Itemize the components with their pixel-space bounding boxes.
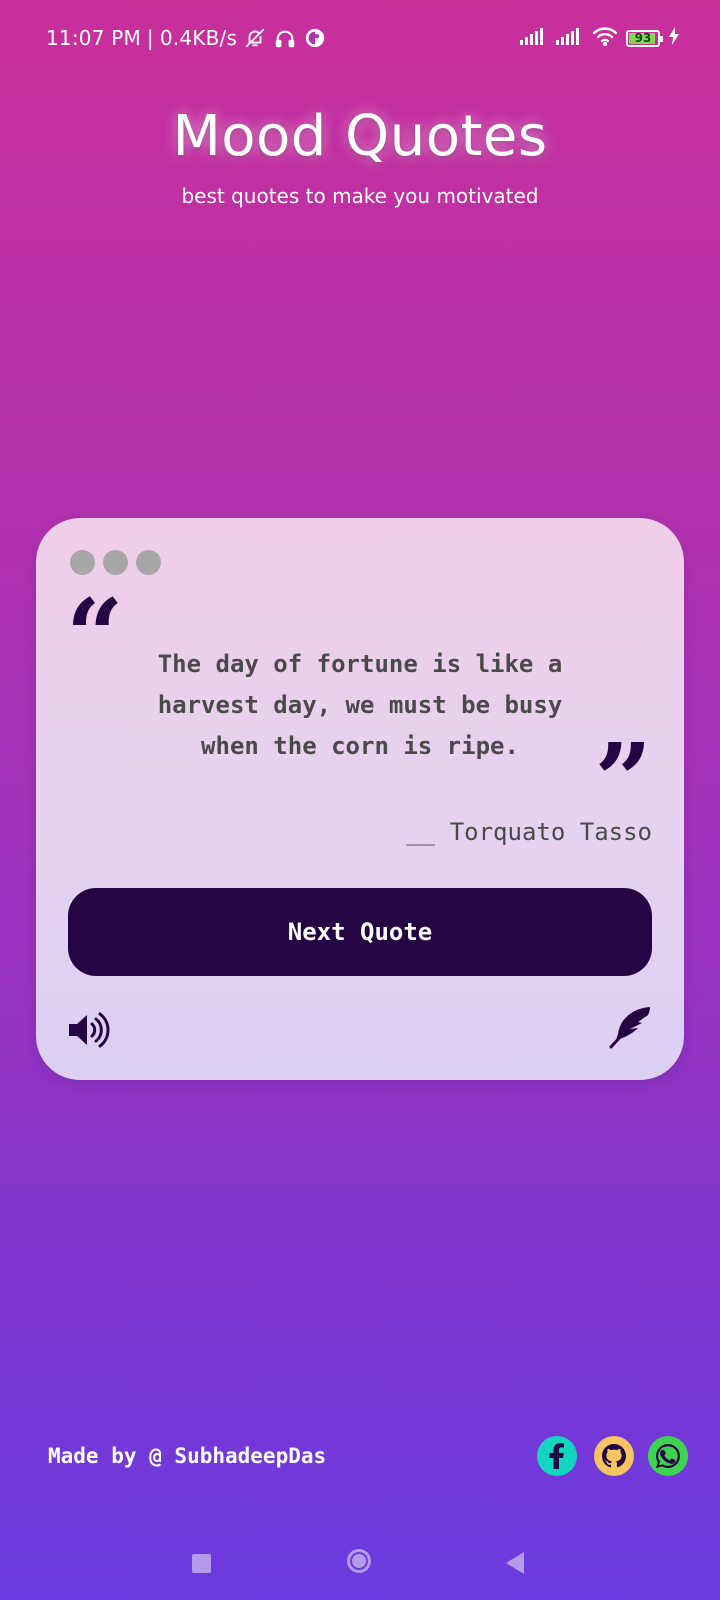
- github-icon[interactable]: [594, 1436, 634, 1476]
- battery-level: 93: [634, 31, 652, 45]
- status-right: 93: [520, 26, 680, 50]
- charging-icon: [668, 27, 680, 49]
- wifi-icon: [592, 26, 618, 50]
- home-button[interactable]: [347, 1549, 371, 1573]
- window-dots: [70, 550, 161, 575]
- app-subtitle: best quotes to make you motivated: [181, 184, 539, 208]
- status-left: 11:07 PM | 0.4KB/s: [46, 26, 327, 50]
- vpn-icon: [303, 26, 327, 50]
- speaker-icon[interactable]: [66, 1008, 110, 1052]
- nav-bar: [0, 1540, 720, 1600]
- window-dot: [70, 550, 95, 575]
- feather-icon[interactable]: [608, 1004, 654, 1050]
- quote-card: “ The day of fortune is like a harvest d…: [36, 518, 684, 1080]
- status-time: 11:07 PM: [46, 26, 141, 50]
- window-dot: [103, 550, 128, 575]
- status-bar: 11:07 PM | 0.4KB/s 93: [0, 0, 720, 80]
- signal-icon: [556, 27, 584, 49]
- recents-button[interactable]: [192, 1554, 211, 1573]
- status-net-speed: 0.4KB/s: [159, 26, 238, 50]
- headphones-icon: [273, 26, 297, 50]
- quote-author: __ Torquato Tasso: [406, 818, 652, 846]
- facebook-icon[interactable]: [537, 1436, 577, 1476]
- close-quote-icon: ”: [594, 721, 652, 839]
- app-title: Mood Quotes: [172, 104, 548, 169]
- status-separator: |: [146, 26, 154, 50]
- quote-text: The day of fortune is like a harvest day…: [157, 650, 563, 760]
- bell-off-icon: [243, 26, 267, 50]
- credit-text: Made by @ SubhadeepDas: [48, 1444, 327, 1468]
- back-button[interactable]: [506, 1552, 524, 1574]
- open-quote-icon: “: [66, 577, 124, 695]
- whatsapp-icon[interactable]: [648, 1436, 688, 1476]
- window-dot: [136, 550, 161, 575]
- next-quote-button[interactable]: Next Quote: [68, 888, 652, 976]
- signal-icon: [520, 27, 548, 49]
- battery-icon: 93: [626, 29, 663, 47]
